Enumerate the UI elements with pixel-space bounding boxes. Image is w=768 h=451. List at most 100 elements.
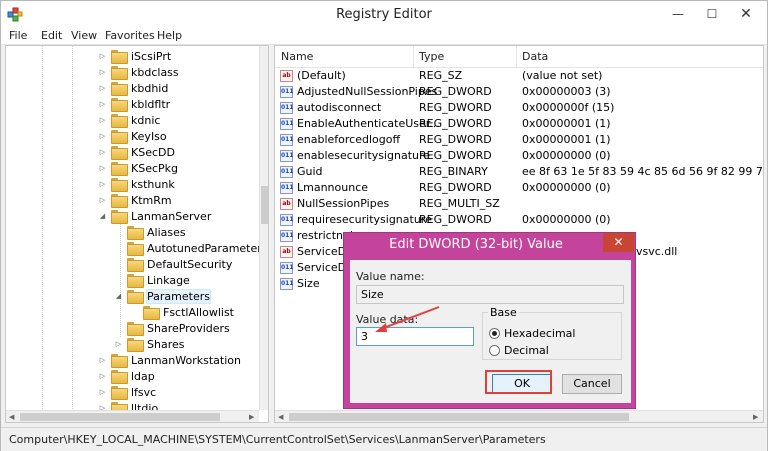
binary-value-icon: 011 [280,118,294,130]
column-header-type[interactable]: Type [419,50,444,63]
expand-icon[interactable]: ▷ [98,372,107,380]
scroll-right-icon[interactable]: ▶ [249,413,254,421]
radio-unselected-icon[interactable] [489,345,500,356]
decimal-option[interactable]: Decimal [489,344,549,357]
expand-icon[interactable]: ▷ [98,84,107,92]
tree-item-label: ldap [131,369,155,383]
tree-item-autotunedparameters[interactable]: AutotunedParameters [114,240,268,256]
expand-icon[interactable]: ▷ [98,356,107,364]
tree-item-lfsvc[interactable]: ▷ lfsvc [98,384,156,400]
tree-item-parameters[interactable]: ◢ Parameters [114,288,211,304]
tree-item-label: LanmanWorkstation [131,353,241,367]
tree-horizontal-scrollbar[interactable]: ◀ ▶ [6,410,259,422]
menu-view[interactable]: View [71,29,97,42]
collapse-icon[interactable]: ◢ [98,212,107,220]
expand-icon[interactable]: ▷ [98,164,107,172]
value-name: enablesecuritysignature [297,149,431,162]
title-bar: Registry Editor — ☐ ✕ [1,1,767,27]
tree-item-ktmrm[interactable]: ▷ KtmRm [98,192,172,208]
folder-icon [127,242,144,256]
tree-item-ksthunk[interactable]: ▷ ksthunk [98,176,175,192]
close-button[interactable]: ✕ [729,1,763,27]
key-tree-pane[interactable]: ▷ iScsiPrt ▷ kbdclass ▷ kbdhid ▷ kbldflt… [5,45,269,423]
window-title: Registry Editor [336,7,432,22]
expand-icon[interactable]: ▷ [114,340,123,348]
hexadecimal-option[interactable]: Hexadecimal [489,327,575,340]
value-row-default[interactable]: ab (Default) REG_SZ (value not set) [275,68,763,84]
scroll-left-icon[interactable]: ◀ [9,413,14,421]
column-header-data[interactable]: Data [522,50,548,63]
expand-icon[interactable]: ▷ [98,180,107,188]
menu-favorites[interactable]: Favorites [105,29,155,42]
expand-icon[interactable]: ▷ [98,196,107,204]
dialog-close-button[interactable]: ✕ [603,233,634,252]
tree-item-aliases[interactable]: Aliases [114,224,186,240]
folder-icon [127,274,144,288]
value-row-nullsessionpipes[interactable]: ab NullSessionPipes REG_MULTI_SZ [275,196,763,212]
value-row-adjustednullsessionpipes[interactable]: 011 AdjustedNullSessionPipes REG_DWORD 0… [275,84,763,100]
value-data: 0x0000000f (15) [522,101,615,114]
expand-icon[interactable]: ▷ [98,388,107,396]
expand-icon[interactable]: ▷ [98,100,107,108]
tree-item-ksecpkg[interactable]: ▷ KSecPkg [98,160,178,176]
tree-item-linkage[interactable]: Linkage [114,272,190,288]
column-header-name[interactable]: Name [281,50,313,63]
value-row-enablesecuritysignature[interactable]: 011 enablesecuritysignature REG_DWORD 0x… [275,148,763,164]
tree-item-kbldfltr[interactable]: ▷ kbldfltr [98,96,170,112]
binary-value-icon: 011 [280,182,294,194]
value-name: Size [297,277,320,290]
value-type: REG_BINARY [419,165,488,178]
column-divider[interactable] [516,46,517,68]
tree-hscroll-thumb[interactable] [20,413,220,421]
tree-item-fsctlallowlist[interactable]: FsctlAllowlist [130,304,234,320]
tree-item-label: KSecPkg [131,161,178,175]
value-row-lmannounce[interactable]: 011 Lmannounce REG_DWORD 0x00000000 (0) [275,180,763,196]
list-hscroll-thumb[interactable] [289,413,629,421]
value-type: REG_MULTI_SZ [419,197,500,210]
value-data: 0x00000000 (0) [522,149,611,162]
folder-icon [111,50,128,64]
expand-icon[interactable]: ▷ [98,132,107,140]
list-horizontal-scrollbar[interactable]: ◀ ▶ [275,410,763,422]
maximize-button[interactable]: ☐ [695,1,729,27]
value-row-autodisconnect[interactable]: 011 autodisconnect REG_DWORD 0x0000000f … [275,100,763,116]
expand-icon[interactable]: ▷ [98,148,107,156]
tree-item-shares[interactable]: ▷ Shares [114,336,184,352]
tree-vertical-scrollbar[interactable] [259,46,268,410]
value-row-enableforcedlogoff[interactable]: 011 enableforcedlogoff REG_DWORD 0x00000… [275,132,763,148]
tree-item-keyiso[interactable]: ▷ KeyIso [98,128,167,144]
expand-icon[interactable]: ▷ [98,52,107,60]
tree-item-defaultsecurity[interactable]: DefaultSecurity [114,256,232,272]
base-groupbox: Base Hexadecimal Decimal [482,306,622,360]
value-row-requiresecuritysignature[interactable]: 011 requiresecuritysignature REG_DWORD 0… [275,212,763,228]
tree-item-kbdclass[interactable]: ▷ kbdclass [98,64,179,80]
scroll-left-icon[interactable]: ◀ [278,413,283,421]
tree-item-label: ksthunk [131,177,175,191]
tree-item-kbdhid[interactable]: ▷ kbdhid [98,80,168,96]
scroll-right-icon[interactable]: ▶ [753,413,758,421]
hexadecimal-label: Hexadecimal [504,327,576,340]
tree-item-shareproviders[interactable]: ShareProviders [114,320,230,336]
value-type: REG_DWORD [419,149,492,162]
expand-icon[interactable]: ▷ [98,68,107,76]
tree-item-iscsiprt[interactable]: ▷ iScsiPrt [98,48,171,64]
column-divider[interactable] [413,46,414,68]
tree-item-lanmanserver[interactable]: ◢ LanmanServer [98,208,211,224]
expand-icon[interactable]: ▷ [98,116,107,124]
tree-item-kdnic[interactable]: ▷ kdnic [98,112,160,128]
binary-value-icon: 011 [280,134,294,146]
menu-file[interactable]: File [9,29,27,42]
tree-item-ldap[interactable]: ▷ ldap [98,368,155,384]
radio-selected-icon[interactable] [489,328,500,339]
menu-help[interactable]: Help [157,29,182,42]
value-data-input[interactable]: 3 [356,327,474,346]
tree-item-ksecdd[interactable]: ▷ KSecDD [98,144,175,160]
collapse-icon[interactable]: ◢ [114,292,123,300]
tree-vscroll-thumb[interactable] [261,186,268,224]
cancel-button[interactable]: Cancel [562,374,622,394]
tree-item-lanmanworkstation[interactable]: ▷ LanmanWorkstation [98,352,241,368]
menu-edit[interactable]: Edit [41,29,62,42]
minimize-button[interactable]: — [661,1,695,27]
value-row-enableauthenticateuser[interactable]: 011 EnableAuthenticateUser... REG_DWORD … [275,116,763,132]
value-row-guid[interactable]: 011 Guid REG_BINARY ee 8f 63 1e 5f 83 59… [275,164,763,180]
